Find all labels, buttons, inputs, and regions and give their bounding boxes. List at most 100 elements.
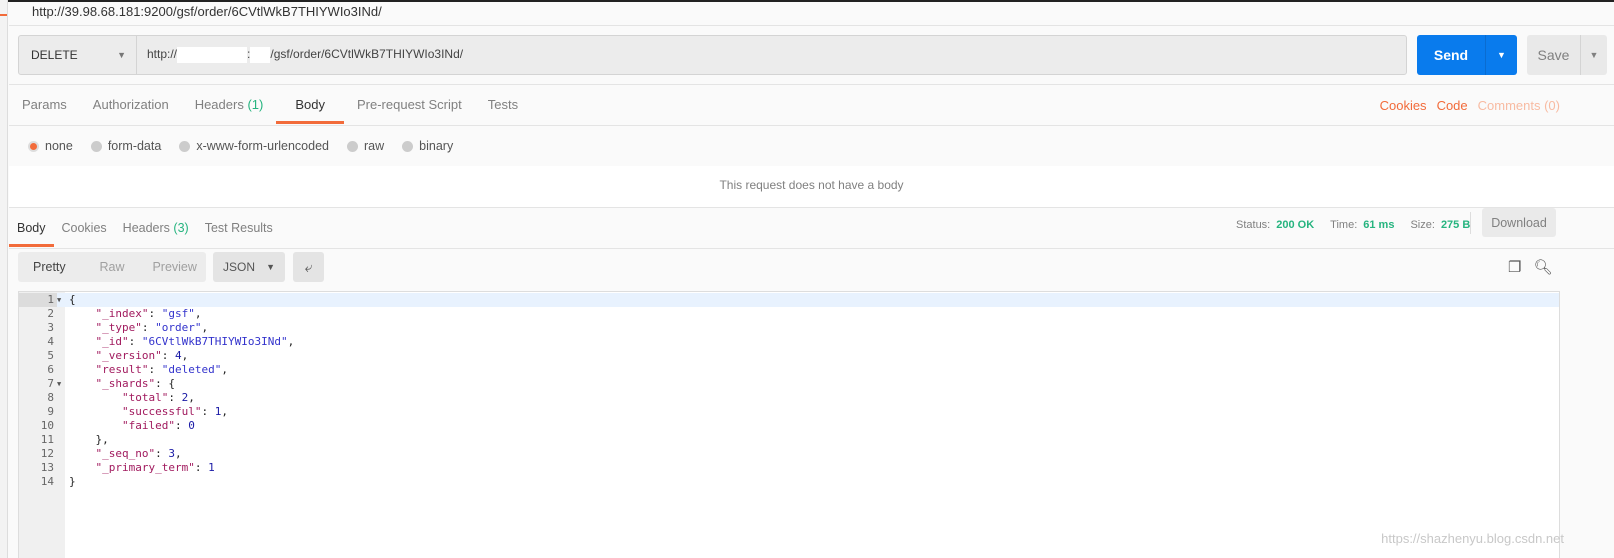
tab-response-body[interactable]: Body [9, 208, 54, 248]
line-number: 1 [19, 293, 57, 307]
line-text: "_seq_no": 3, [95, 447, 182, 460]
size-label: Size: [1410, 219, 1435, 231]
tab-tests[interactable]: Tests [475, 85, 531, 125]
wrap-lines-button[interactable]: ⤶ [293, 252, 324, 282]
response-actions: ❐ 🔍︎ [1508, 258, 1553, 276]
tab-label: Headers [194, 97, 244, 112]
radio-binary[interactable]: binary [402, 139, 453, 153]
status-label: Status: [1236, 219, 1271, 231]
search-icon[interactable]: 🔍︎ [1533, 258, 1552, 276]
redacted-port [250, 47, 271, 63]
send-label[interactable]: Send [1417, 35, 1486, 75]
line-number: 12 [40, 447, 54, 460]
wrap-icon: ⤶ [304, 258, 313, 275]
tab-authorization[interactable]: Authorization [80, 85, 182, 125]
code-line: 10 "failed": 0 [19, 419, 1559, 433]
tab-headers[interactable]: Headers (1) [182, 85, 277, 125]
radio-icon[interactable] [179, 140, 191, 152]
tab-test-results[interactable]: Test Results [197, 208, 281, 248]
no-body-message: This request does not have a body [9, 166, 1614, 208]
code-line: 3 "_type": "order", [19, 321, 1559, 335]
code-line: 12 "_seq_no": 3, [19, 447, 1559, 461]
fold-caret-icon[interactable]: ▼ [57, 377, 65, 391]
watermark: https://shazhenyu.blog.csdn.net [1381, 531, 1564, 546]
url-prefix: http:// [147, 47, 178, 62]
line-text: "successful": 1, [121, 405, 228, 418]
chevron-down-icon: ▼ [266, 262, 275, 272]
tab-params[interactable]: Params [9, 85, 80, 125]
code-line: 2 "_index": "gsf", [19, 307, 1559, 321]
code-line: 14} [19, 475, 1559, 489]
line-number: 14 [40, 475, 54, 488]
status-value[interactable]: 200 OK [1276, 210, 1314, 240]
line-number: 9 [47, 405, 54, 418]
radio-selected-icon[interactable] [28, 140, 39, 152]
url-input[interactable]: http://:/gsf/order/6CVtlWkB7THIYWIo3INd/ [137, 47, 463, 63]
divider [9, 25, 1614, 26]
line-number: 7 [47, 377, 54, 390]
code-line: 1 ▼ { [19, 293, 1559, 307]
line-text: "_shards": { [95, 377, 175, 390]
tab-body[interactable]: Body [276, 85, 344, 125]
response-status: Status: 200 OK Time: 61 ms Size: 275 B [1236, 210, 1480, 240]
radio-form-data[interactable]: form-data [90, 139, 162, 153]
divider [9, 248, 1614, 249]
code-line: 7 ▼ "_shards": { [19, 377, 1559, 391]
request-bar: DELETE ▼ http://:/gsf/order/6CVtlWkB7THIY… [18, 35, 1407, 75]
radio-icon[interactable] [402, 140, 414, 152]
code-link[interactable]: Code [1437, 98, 1468, 113]
radio-icon[interactable] [347, 140, 358, 152]
radio-icon[interactable] [90, 140, 102, 152]
code-line: 11 }, [19, 433, 1559, 447]
line-text: { [69, 293, 76, 306]
line-number: 6 [47, 363, 54, 376]
code-line: 4 "_id": "6CVtlWkB7THIYWIo3INd", [19, 335, 1559, 349]
line-number: 8 [47, 391, 54, 404]
size-value[interactable]: 275 B [1441, 210, 1470, 240]
line-text: "result": "deleted", [95, 363, 228, 376]
radio-label: x-www-form-urlencoded [196, 139, 329, 153]
request-title: http://39.98.68.181:9200/gsf/order/6CVtl… [32, 4, 382, 19]
view-pretty[interactable]: Pretty [18, 260, 81, 274]
view-raw[interactable]: Raw [81, 260, 144, 274]
redacted-host [177, 47, 248, 63]
view-preview[interactable]: Preview [143, 260, 206, 274]
time-value[interactable]: 61 ms [1363, 210, 1394, 240]
format-label: JSON [223, 260, 256, 274]
tab-response-headers[interactable]: Headers (3) [115, 208, 197, 248]
line-text: "_index": "gsf", [95, 307, 202, 320]
line-text: "_id": "6CVtlWkB7THIYWIo3INd", [95, 335, 295, 348]
download-button[interactable]: Download [1482, 208, 1556, 237]
radio-label: none [45, 139, 73, 153]
radio-x-www-form-urlencoded[interactable]: x-www-form-urlencoded [179, 139, 329, 153]
copy-icon[interactable]: ❐ [1508, 258, 1521, 276]
line-number: 10 [40, 419, 54, 432]
cookies-link[interactable]: Cookies [1380, 98, 1427, 113]
view-mode-toggle: Pretty Raw Preview [18, 252, 206, 282]
fold-caret-icon[interactable]: ▼ [57, 293, 65, 307]
caret-down-icon[interactable]: ▼ [1581, 35, 1607, 75]
method-select[interactable]: DELETE ▼ [19, 36, 137, 74]
radio-none[interactable]: none [28, 139, 73, 153]
radio-raw[interactable]: raw [347, 139, 384, 153]
line-text: "total": 2, [121, 391, 195, 404]
line-number: 4 [47, 335, 54, 348]
format-select[interactable]: JSON ▼ [213, 252, 285, 282]
tab-pre-request-script[interactable]: Pre-request Script [344, 85, 475, 125]
save-label[interactable]: Save [1527, 35, 1581, 75]
response-body-editor[interactable]: 1 ▼{2 "_index": "gsf", 3 "_type": "order",… [18, 291, 1560, 558]
tab-response-cookies[interactable]: Cookies [54, 208, 115, 248]
send-button[interactable]: Send ▼ [1417, 35, 1517, 75]
radio-label: form-data [107, 139, 162, 153]
caret-down-icon[interactable]: ▼ [1486, 35, 1517, 75]
chevron-down-icon: ▼ [117, 50, 126, 60]
comments-link[interactable]: Comments (0) [1478, 98, 1560, 113]
body-type-radios: none form-data x-www-form-urlencoded raw… [28, 126, 453, 166]
save-button[interactable]: Save ▼ [1527, 35, 1607, 75]
line-text: "_primary_term": 1 [95, 461, 215, 474]
